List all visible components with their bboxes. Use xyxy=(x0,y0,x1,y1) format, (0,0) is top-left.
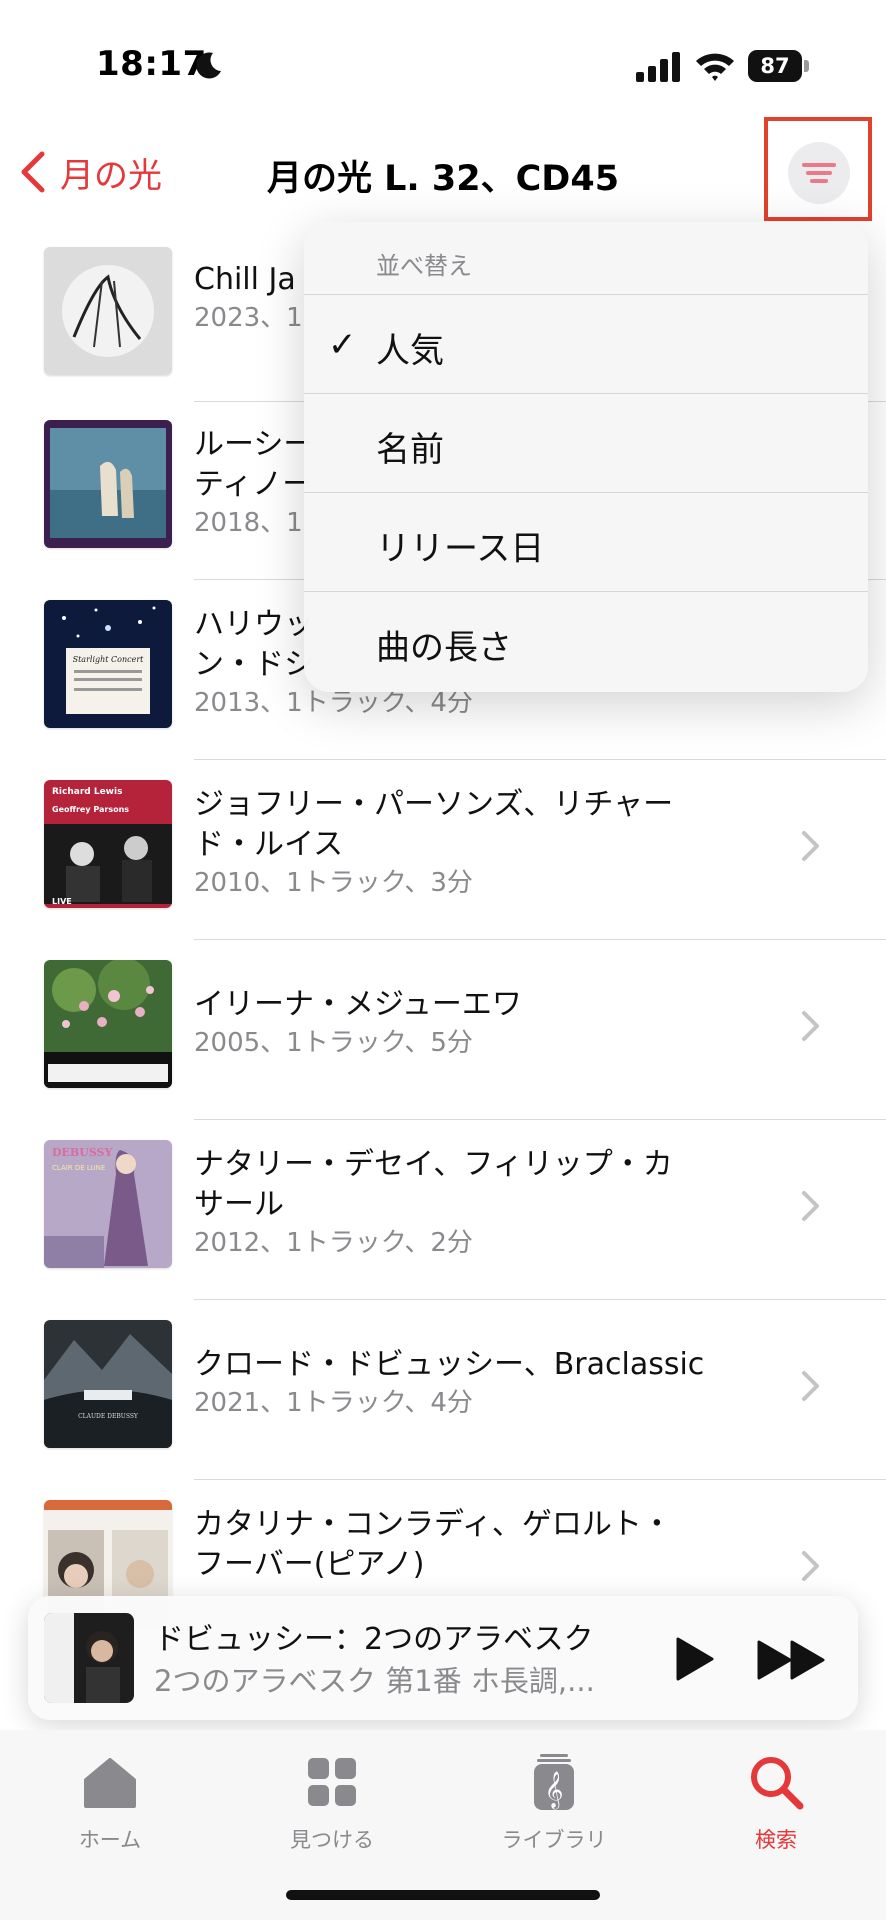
tab-home[interactable]: ホーム xyxy=(20,1752,200,1862)
row-title: クロード・ドビュッシー、Braclassic xyxy=(194,1347,705,1382)
row-subtitle: 2012、1トラック、2分 xyxy=(194,1228,473,1258)
row-title: カタリナ・コンラディ、ゲロルト・ xyxy=(194,1507,672,1542)
tab-label: 見つける xyxy=(290,1828,374,1852)
sort-option-popularity[interactable]: ✓ 人気 xyxy=(304,294,868,393)
row-title-line2: サール xyxy=(194,1187,284,1222)
sort-option-release-date[interactable]: リリース日 xyxy=(304,492,868,591)
search-icon xyxy=(751,1757,804,1810)
album-art xyxy=(44,420,172,548)
row-subtitle: 2010、1トラック、3分 xyxy=(194,868,473,898)
tab-label: 検索 xyxy=(755,1828,797,1852)
grid-icon xyxy=(308,1758,356,1806)
svg-text:𝄞: 𝄞 xyxy=(545,1770,564,1809)
chevron-right-icon xyxy=(802,831,819,861)
tab-library[interactable]: 𝄞 ライブラリ xyxy=(464,1752,644,1862)
home-indicator xyxy=(286,1890,600,1900)
chevron-right-icon xyxy=(802,1011,819,1041)
sort-option-duration[interactable]: 曲の長さ xyxy=(304,591,868,690)
list-item[interactable]: イリーナ・メジューエワ 2005、1トラック、5分 xyxy=(0,943,886,1123)
tab-search[interactable]: 検索 xyxy=(686,1752,866,1862)
status-bar: 18:17 87 xyxy=(0,0,886,120)
row-subtitle: 2005、1トラック、5分 xyxy=(194,1028,473,1058)
music-library-icon: 𝄞 xyxy=(534,1754,574,1810)
art-text: DEBUSSY xyxy=(52,1146,112,1159)
play-icon[interactable] xyxy=(668,1634,718,1684)
art-text: Geoffrey Parsons xyxy=(52,805,129,814)
row-subtitle: 2021、1トラック、4分 xyxy=(194,1388,473,1418)
cellular-signal-icon xyxy=(636,52,680,82)
album-art xyxy=(44,247,172,375)
checkmark-icon: ✓ xyxy=(328,325,357,365)
sort-option-label: 曲の長さ xyxy=(376,628,512,668)
chevron-right-icon xyxy=(802,1191,819,1221)
art-text: LIVE xyxy=(52,897,72,906)
chevron-right-icon xyxy=(802,1551,819,1581)
wifi-icon xyxy=(696,53,734,81)
album-art: CLAUDE DEBUSSY xyxy=(44,1320,172,1448)
album-art: Richard Lewis Geoffrey Parsons LIVE xyxy=(44,780,172,908)
art-text: CLAUDE DEBUSSY xyxy=(78,1413,139,1420)
art-text: Richard Lewis xyxy=(52,787,122,797)
sort-option-name[interactable]: 名前 xyxy=(304,393,868,492)
tab-label: ライブラリ xyxy=(501,1828,607,1852)
row-title-line2: フーバー(ピアノ) xyxy=(194,1547,425,1582)
sort-menu: 並べ替え ✓ 人気 名前 リリース日 曲の長さ xyxy=(304,222,868,692)
album-art: Starlight Concert xyxy=(44,600,172,728)
list-item[interactable]: CLAUDE DEBUSSY クロード・ドビュッシー、Braclassic 20… xyxy=(0,1303,886,1483)
now-playing-subtitle: 2つのアラベスク 第1番 ホ長調,... xyxy=(154,1664,595,1698)
battery-level: 87 xyxy=(748,50,802,82)
album-art: DEBUSSY CLAIR DE LUNE xyxy=(44,1140,172,1268)
moon-icon xyxy=(196,52,221,79)
tab-browse[interactable]: 見つける xyxy=(242,1752,422,1862)
house-icon xyxy=(84,1758,136,1808)
page-title: 月の光 L. 32、CD45 xyxy=(266,159,620,199)
nav-bar: 月の光 月の光 L. 32、CD45 xyxy=(0,120,886,224)
album-art xyxy=(44,960,172,1088)
sort-option-label: リリース日 xyxy=(376,529,545,569)
status-time: 18:17 xyxy=(96,44,207,84)
sort-option-label: 名前 xyxy=(376,430,444,470)
row-title-line2: ド・ルイス xyxy=(194,827,344,862)
now-playing-title: ドビュッシー：2つのアラベスク xyxy=(154,1622,594,1657)
mini-player[interactable]: ドビュッシー：2つのアラベスク 2つのアラベスク 第1番 ホ長調,... xyxy=(28,1596,858,1720)
row-title: イリーナ・メジューエワ xyxy=(194,987,522,1022)
fast-forward-icon[interactable] xyxy=(756,1638,828,1682)
battery-icon: 87 xyxy=(748,50,810,82)
sort-button[interactable] xyxy=(788,142,850,204)
list-item[interactable]: DEBUSSY CLAIR DE LUNE ナタリー・デセイ、フィリップ・カ サ… xyxy=(0,1123,886,1303)
list-item[interactable]: Richard Lewis Geoffrey Parsons LIVE ジョフリ… xyxy=(0,763,886,943)
sort-option-label: 人気 xyxy=(376,331,444,371)
art-text: Starlight Concert xyxy=(73,655,145,664)
tab-label: ホーム xyxy=(78,1828,142,1852)
row-title: ジョフリー・パーソンズ、リチャー xyxy=(194,787,674,822)
row-title: ナタリー・デセイ、フィリップ・カ xyxy=(194,1147,673,1182)
now-playing-art xyxy=(44,1613,134,1703)
art-text: CLAIR DE LUNE xyxy=(52,1164,105,1172)
chevron-right-icon xyxy=(802,1371,819,1401)
sort-menu-header: 並べ替え xyxy=(376,252,472,280)
